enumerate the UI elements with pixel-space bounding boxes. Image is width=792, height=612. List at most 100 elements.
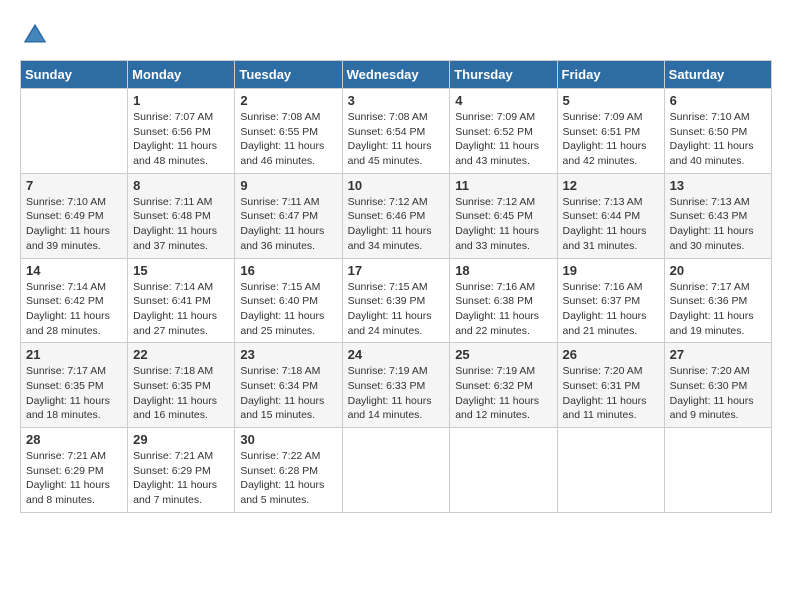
day-number: 21	[26, 347, 122, 362]
day-number: 16	[240, 263, 336, 278]
calendar-table: SundayMondayTuesdayWednesdayThursdayFrid…	[20, 60, 772, 513]
calendar-cell	[557, 428, 664, 513]
day-number: 13	[670, 178, 766, 193]
day-info: Sunrise: 7:11 AMSunset: 6:48 PMDaylight:…	[133, 195, 229, 254]
calendar-cell: 20 Sunrise: 7:17 AMSunset: 6:36 PMDayligh…	[664, 258, 771, 343]
day-number: 23	[240, 347, 336, 362]
calendar-cell: 1 Sunrise: 7:07 AMSunset: 6:56 PMDaylight…	[128, 89, 235, 174]
weekday-header-friday: Friday	[557, 61, 664, 89]
day-info: Sunrise: 7:12 AMSunset: 6:46 PMDaylight:…	[348, 195, 445, 254]
day-info: Sunrise: 7:17 AMSunset: 6:36 PMDaylight:…	[670, 280, 766, 339]
day-info: Sunrise: 7:15 AMSunset: 6:39 PMDaylight:…	[348, 280, 445, 339]
day-number: 5	[563, 93, 659, 108]
weekday-header-tuesday: Tuesday	[235, 61, 342, 89]
day-info: Sunrise: 7:21 AMSunset: 6:29 PMDaylight:…	[133, 449, 229, 508]
calendar-cell: 14Sunrise: 7:14 AMSunset: 6:42 PMDayligh…	[21, 258, 128, 343]
day-info: Sunrise: 7:11 AMSunset: 6:47 PMDaylight:…	[240, 195, 336, 254]
calendar-cell: 19 Sunrise: 7:16 AMSunset: 6:37 PMDayligh…	[557, 258, 664, 343]
calendar-cell: 4Sunrise: 7:09 AMSunset: 6:52 PMDaylight…	[450, 89, 557, 174]
calendar-cell: 13 Sunrise: 7:13 AMSunset: 6:43 PMDayligh…	[664, 173, 771, 258]
calendar-cell: 18 Sunrise: 7:16 AMSunset: 6:38 PMDayligh…	[450, 258, 557, 343]
calendar-cell	[21, 89, 128, 174]
day-number: 26	[563, 347, 659, 362]
calendar-cell: 10 Sunrise: 7:12 AMSunset: 6:46 PMDayligh…	[342, 173, 450, 258]
day-info: Sunrise: 7:22 AMSunset: 6:28 PMDaylight:…	[240, 449, 336, 508]
day-info: Sunrise: 7:07 AMSunset: 6:56 PMDaylight:…	[133, 110, 229, 169]
calendar-cell: 26 Sunrise: 7:20 AMSunset: 6:31 PMDayligh…	[557, 343, 664, 428]
weekday-header-sunday: Sunday	[21, 61, 128, 89]
day-number: 2	[240, 93, 336, 108]
day-number: 28	[26, 432, 122, 447]
calendar-cell: 15Sunrise: 7:14 AMSunset: 6:41 PMDayligh…	[128, 258, 235, 343]
day-number: 18	[455, 263, 551, 278]
calendar-cell: 29 Sunrise: 7:21 AMSunset: 6:29 PMDayligh…	[128, 428, 235, 513]
day-info: Sunrise: 7:21 AMSunset: 6:29 PMDaylight:…	[26, 449, 122, 508]
weekday-header-thursday: Thursday	[450, 61, 557, 89]
weekday-header-saturday: Saturday	[664, 61, 771, 89]
calendar-cell: 3 Sunrise: 7:08 AMSunset: 6:54 PMDaylight…	[342, 89, 450, 174]
calendar-cell: 30 Sunrise: 7:22 AMSunset: 6:28 PMDayligh…	[235, 428, 342, 513]
calendar-cell: 8 Sunrise: 7:11 AMSunset: 6:48 PMDaylight…	[128, 173, 235, 258]
calendar-cell: 27 Sunrise: 7:20 AMSunset: 6:30 PMDayligh…	[664, 343, 771, 428]
day-info: Sunrise: 7:20 AMSunset: 6:30 PMDaylight:…	[670, 364, 766, 423]
logo	[20, 20, 54, 50]
day-number: 14	[26, 263, 122, 278]
day-info: Sunrise: 7:10 AMSunset: 6:49 PMDaylight:…	[26, 195, 122, 254]
day-number: 19	[563, 263, 659, 278]
calendar-cell: 5Sunrise: 7:09 AMSunset: 6:51 PMDaylight…	[557, 89, 664, 174]
day-number: 30	[240, 432, 336, 447]
calendar-week-2: 7 Sunrise: 7:10 AMSunset: 6:49 PMDaylight…	[21, 173, 772, 258]
day-number: 27	[670, 347, 766, 362]
logo-icon	[20, 20, 50, 50]
calendar-cell: 6Sunrise: 7:10 AMSunset: 6:50 PMDaylight…	[664, 89, 771, 174]
day-number: 20	[670, 263, 766, 278]
day-number: 4	[455, 93, 551, 108]
day-info: Sunrise: 7:12 AMSunset: 6:45 PMDaylight:…	[455, 195, 551, 254]
calendar-cell	[664, 428, 771, 513]
day-info: Sunrise: 7:13 AMSunset: 6:43 PMDaylight:…	[670, 195, 766, 254]
day-number: 12	[563, 178, 659, 193]
calendar-week-1: 1 Sunrise: 7:07 AMSunset: 6:56 PMDaylight…	[21, 89, 772, 174]
day-number: 9	[240, 178, 336, 193]
weekday-header-monday: Monday	[128, 61, 235, 89]
day-number: 11	[455, 178, 551, 193]
day-info: Sunrise: 7:10 AMSunset: 6:50 PMDaylight:…	[670, 110, 766, 169]
calendar-week-3: 14Sunrise: 7:14 AMSunset: 6:42 PMDayligh…	[21, 258, 772, 343]
calendar-week-4: 21 Sunrise: 7:17 AMSunset: 6:35 PMDayligh…	[21, 343, 772, 428]
calendar-cell: 25 Sunrise: 7:19 AMSunset: 6:32 PMDayligh…	[450, 343, 557, 428]
day-number: 1	[133, 93, 229, 108]
day-number: 24	[348, 347, 445, 362]
day-number: 7	[26, 178, 122, 193]
day-info: Sunrise: 7:08 AMSunset: 6:54 PMDaylight:…	[348, 110, 445, 169]
day-number: 10	[348, 178, 445, 193]
day-info: Sunrise: 7:17 AMSunset: 6:35 PMDaylight:…	[26, 364, 122, 423]
day-info: Sunrise: 7:18 AMSunset: 6:34 PMDaylight:…	[240, 364, 336, 423]
day-info: Sunrise: 7:20 AMSunset: 6:31 PMDaylight:…	[563, 364, 659, 423]
day-info: Sunrise: 7:19 AMSunset: 6:33 PMDaylight:…	[348, 364, 445, 423]
calendar-week-5: 28 Sunrise: 7:21 AMSunset: 6:29 PMDayligh…	[21, 428, 772, 513]
calendar-cell: 7 Sunrise: 7:10 AMSunset: 6:49 PMDaylight…	[21, 173, 128, 258]
day-number: 25	[455, 347, 551, 362]
calendar-cell: 22 Sunrise: 7:18 AMSunset: 6:35 PMDayligh…	[128, 343, 235, 428]
calendar-cell: 28 Sunrise: 7:21 AMSunset: 6:29 PMDayligh…	[21, 428, 128, 513]
calendar-cell: 9 Sunrise: 7:11 AMSunset: 6:47 PMDaylight…	[235, 173, 342, 258]
day-info: Sunrise: 7:19 AMSunset: 6:32 PMDaylight:…	[455, 364, 551, 423]
day-info: Sunrise: 7:14 AMSunset: 6:41 PMDaylight:…	[133, 280, 229, 339]
day-number: 8	[133, 178, 229, 193]
weekday-header-wednesday: Wednesday	[342, 61, 450, 89]
calendar-cell: 23 Sunrise: 7:18 AMSunset: 6:34 PMDayligh…	[235, 343, 342, 428]
calendar-cell: 16Sunrise: 7:15 AMSunset: 6:40 PMDayligh…	[235, 258, 342, 343]
calendar-cell: 11 Sunrise: 7:12 AMSunset: 6:45 PMDayligh…	[450, 173, 557, 258]
day-info: Sunrise: 7:08 AMSunset: 6:55 PMDaylight:…	[240, 110, 336, 169]
calendar-cell: 21 Sunrise: 7:17 AMSunset: 6:35 PMDayligh…	[21, 343, 128, 428]
day-info: Sunrise: 7:16 AMSunset: 6:38 PMDaylight:…	[455, 280, 551, 339]
day-number: 3	[348, 93, 445, 108]
calendar-cell: 12Sunrise: 7:13 AMSunset: 6:44 PMDayligh…	[557, 173, 664, 258]
day-number: 22	[133, 347, 229, 362]
calendar-cell	[342, 428, 450, 513]
day-number: 29	[133, 432, 229, 447]
day-number: 17	[348, 263, 445, 278]
calendar-cell: 2 Sunrise: 7:08 AMSunset: 6:55 PMDaylight…	[235, 89, 342, 174]
day-info: Sunrise: 7:16 AMSunset: 6:37 PMDaylight:…	[563, 280, 659, 339]
day-info: Sunrise: 7:18 AMSunset: 6:35 PMDaylight:…	[133, 364, 229, 423]
